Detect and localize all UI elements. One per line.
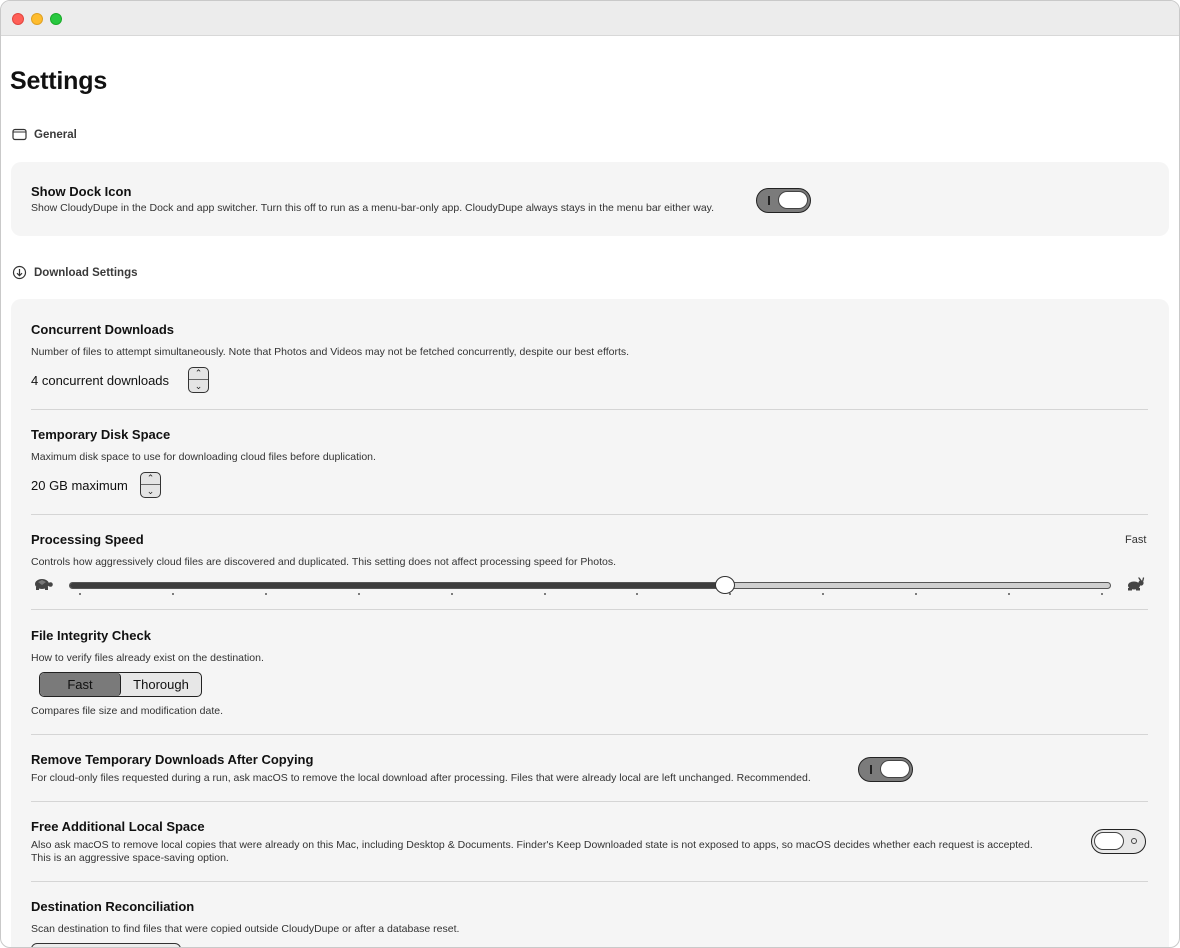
- minimize-window-button[interactable]: [31, 13, 43, 25]
- slider-tick: [450, 593, 453, 595]
- divider: [31, 409, 1148, 410]
- temporary-disk-space-description: Maximum disk space to use for downloadin…: [31, 451, 376, 463]
- hare-icon: [1125, 577, 1147, 594]
- slider-tick: [357, 593, 360, 595]
- tortoise-icon: [32, 577, 54, 594]
- title-bar: [1, 1, 1179, 36]
- toggle-knob: [778, 191, 808, 209]
- window-icon: [12, 127, 27, 142]
- chevron-down-icon[interactable]: ⌄: [189, 380, 208, 392]
- divider: [31, 609, 1148, 610]
- section-general: General: [12, 127, 77, 142]
- page-title: Settings: [10, 67, 108, 95]
- processing-speed-description: Controls how aggressively cloud files ar…: [31, 556, 617, 568]
- remove-temp-downloads-title: Remove Temporary Downloads After Copying: [31, 752, 314, 767]
- free-local-space-description-2: This is an aggressive space-saving optio…: [31, 852, 229, 864]
- temporary-disk-space-stepper[interactable]: ⌃ ⌄: [140, 472, 161, 498]
- processing-speed-slider-track[interactable]: [69, 582, 1111, 589]
- concurrent-downloads-description: Number of files to attempt simultaneousl…: [31, 346, 630, 358]
- section-download-label: Download Settings: [34, 266, 138, 279]
- concurrent-downloads-title: Concurrent Downloads: [31, 322, 175, 337]
- file-integrity-check-description: How to verify files already exist on the…: [31, 652, 264, 664]
- show-dock-icon-title: Show Dock Icon: [31, 184, 132, 199]
- file-integrity-note: Compares file size and modification date…: [31, 705, 224, 717]
- toggle-knob: [880, 760, 910, 778]
- divider: [31, 514, 1148, 515]
- destination-reconciliation-button[interactable]: [31, 943, 181, 947]
- chevron-down-icon[interactable]: ⌄: [141, 485, 160, 497]
- section-general-label: General: [34, 128, 77, 141]
- remove-temp-downloads-toggle[interactable]: [858, 757, 913, 782]
- destination-reconciliation-description: Scan destination to find files that were…: [31, 923, 460, 935]
- file-integrity-segmented-control[interactable]: Fast Thorough: [39, 672, 202, 697]
- slider-tick: [79, 593, 81, 595]
- toggle-off-mark: [1131, 838, 1137, 844]
- destination-reconciliation-title: Destination Reconciliation: [31, 899, 195, 914]
- free-local-space-title: Free Additional Local Space: [31, 819, 205, 834]
- divider: [31, 881, 1148, 882]
- free-local-space-description: Also ask macOS to remove local copies th…: [31, 839, 1033, 851]
- chevron-up-icon[interactable]: ⌃: [189, 368, 208, 380]
- section-download: Download Settings: [12, 265, 138, 280]
- processing-speed-slider-fill: [70, 583, 726, 588]
- concurrent-downloads-stepper[interactable]: ⌃ ⌄: [188, 367, 209, 393]
- toggle-knob: [1094, 832, 1124, 850]
- settings-window: Settings General Show Dock Icon Show Clo…: [0, 0, 1180, 948]
- slider-tick: [543, 593, 546, 595]
- general-card: [11, 162, 1169, 236]
- processing-speed-current-label: Fast: [1125, 534, 1147, 546]
- download-circle-icon: [12, 265, 27, 280]
- integrity-option-fast[interactable]: Fast: [40, 673, 121, 696]
- temporary-disk-space-value: 20 GB maximum: [31, 478, 128, 493]
- slider-tick: [1101, 593, 1103, 595]
- free-local-space-toggle[interactable]: [1091, 829, 1146, 854]
- temporary-disk-space-title: Temporary Disk Space: [31, 427, 171, 442]
- close-window-button[interactable]: [12, 13, 24, 25]
- divider: [31, 734, 1148, 735]
- toggle-on-mark: [768, 196, 770, 205]
- remove-temp-downloads-description: For cloud-only files requested during a …: [31, 772, 811, 784]
- chevron-up-icon[interactable]: ⌃: [141, 473, 160, 485]
- file-integrity-check-title: File Integrity Check: [31, 628, 151, 643]
- show-dock-icon-toggle[interactable]: [756, 188, 811, 213]
- toggle-on-mark: [870, 765, 872, 774]
- slider-tick: [171, 593, 174, 595]
- divider: [31, 801, 1148, 802]
- integrity-option-thorough[interactable]: Thorough: [121, 673, 201, 696]
- slider-tick: [264, 593, 267, 595]
- concurrent-downloads-value: 4 concurrent downloads: [31, 373, 170, 388]
- zoom-window-button[interactable]: [50, 13, 62, 25]
- show-dock-icon-description: Show CloudyDupe in the Dock and app swit…: [31, 202, 715, 214]
- processing-speed-title: Processing Speed: [31, 532, 144, 547]
